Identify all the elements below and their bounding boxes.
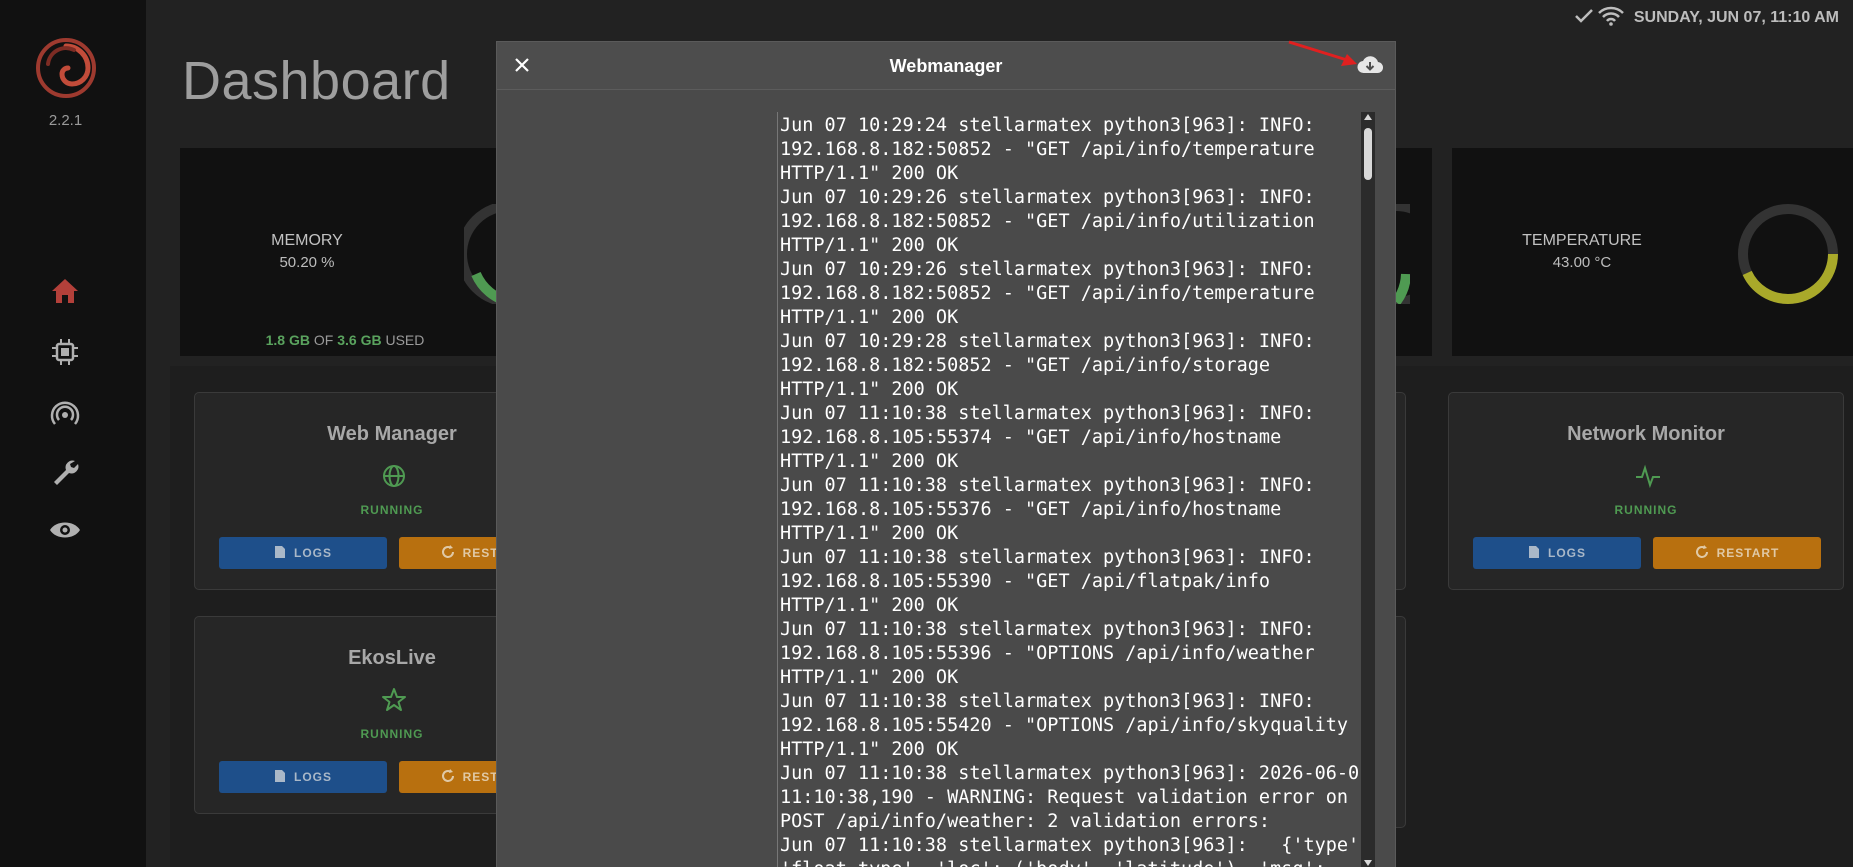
restart-button[interactable]: RESTART xyxy=(1653,537,1821,569)
scroll-down-arrow-icon[interactable] xyxy=(1364,860,1372,866)
log-text: Jun 07 10:29:24 stellarmatex python3[963… xyxy=(780,115,1360,867)
status-bar: SUNDAY, JUN 07, 11:10 AM xyxy=(1574,4,1839,32)
wifi-icon[interactable] xyxy=(1597,6,1624,31)
service-title: Network Monitor xyxy=(1567,423,1725,445)
document-icon xyxy=(274,545,286,562)
datetime-text: SUNDAY, JUN 07, 11:10 AM xyxy=(1633,9,1839,26)
app-version: 2.2.1 xyxy=(48,112,83,129)
refresh-icon xyxy=(1695,544,1709,562)
modal-title: Webmanager xyxy=(889,56,1003,76)
page-title: Dashboard xyxy=(182,51,451,111)
sidebar: 2.2.1 xyxy=(0,0,146,867)
star-icon xyxy=(381,687,407,713)
pulse-icon xyxy=(1635,463,1661,489)
document-icon xyxy=(274,769,286,786)
temperature-value: 43.00 °C xyxy=(1552,254,1612,271)
temperature-gauge xyxy=(1738,204,1838,304)
temperature-panel: TEMPERATURE 43.00 °C xyxy=(1452,148,1853,356)
document-icon xyxy=(1528,545,1540,562)
memory-usage-text: 1.8 GB OF 3.6 GB USED xyxy=(265,332,425,348)
check-icon xyxy=(1574,8,1594,29)
nav-chip-icon[interactable] xyxy=(48,335,82,369)
log-scrollbar[interactable] xyxy=(1361,112,1375,867)
refresh-icon xyxy=(441,544,455,562)
scroll-thumb[interactable] xyxy=(1364,128,1372,180)
scroll-up-arrow-icon[interactable] xyxy=(1364,114,1372,120)
nav-wrench-icon[interactable] xyxy=(48,455,82,489)
logs-button[interactable]: LOGS xyxy=(1473,537,1641,569)
log-output[interactable]: Jun 07 10:29:24 stellarmatex python3[963… xyxy=(777,112,1360,867)
hidden-panel-right-edge xyxy=(1396,148,1432,356)
memory-value: 50.20 % xyxy=(279,254,335,271)
webmanager-modal: Webmanager Jun 07 10:29:24 stellarmatex … xyxy=(496,41,1396,867)
app-logo-icon[interactable] xyxy=(34,36,98,100)
app-root: 2.2.1 SUNDAY, JUN 07, 11:10 AM Dashboard… xyxy=(0,0,1853,867)
refresh-icon xyxy=(441,768,455,786)
nav-eye-icon[interactable] xyxy=(48,513,82,547)
nav-home-icon[interactable] xyxy=(48,274,82,308)
annotation-arrow-icon xyxy=(1288,40,1357,66)
service-card-network-monitor: Network Monitor RUNNING LOGS RESTART xyxy=(1448,392,1844,590)
logs-button[interactable]: LOGS xyxy=(219,537,387,569)
modal-header: Webmanager xyxy=(497,42,1395,90)
logs-button[interactable]: LOGS xyxy=(219,761,387,793)
nav-broadcast-icon[interactable] xyxy=(48,396,82,430)
memory-panel: MEMORY 50.20 % 1.8 GB OF 3.6 GB USED xyxy=(180,148,510,356)
globe-icon xyxy=(381,463,407,489)
service-status: RUNNING xyxy=(1614,503,1678,517)
memory-label: MEMORY 50.20 % xyxy=(242,232,372,271)
temperature-label: TEMPERATURE 43.00 °C xyxy=(1512,232,1652,271)
